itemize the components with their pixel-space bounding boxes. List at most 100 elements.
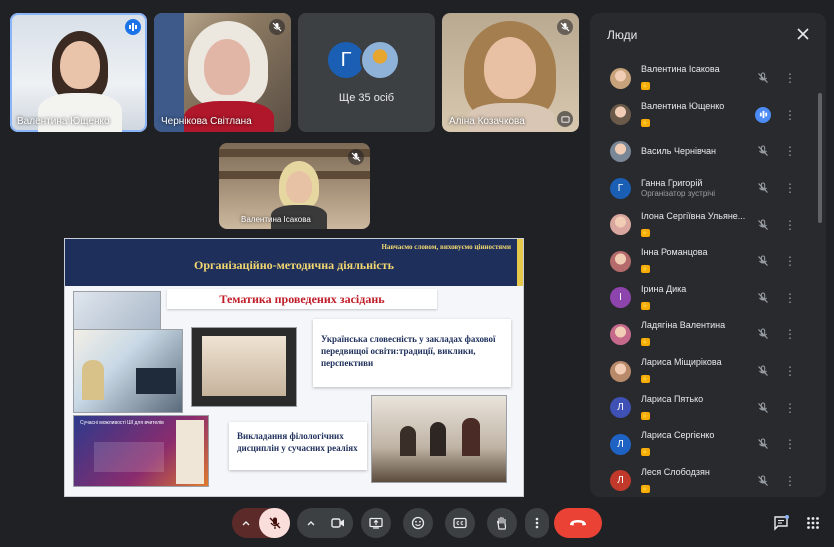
captions-button[interactable] bbox=[445, 508, 475, 538]
participant-name: Валентина Ісакова bbox=[241, 215, 311, 224]
participant-info: Ірина Дика ✋ bbox=[641, 284, 826, 312]
raise-hand-button[interactable] bbox=[487, 508, 517, 538]
participant-row[interactable]: І Ірина Дика ✋ ⋮ bbox=[590, 280, 826, 317]
participant-row[interactable]: Г Ганна Григорій Організатор зустрічі ⋮ bbox=[590, 170, 826, 207]
raised-hand-icon: ✋ bbox=[641, 228, 650, 237]
slide-photo-caption: Сучасні можливості ШІ для вчителів bbox=[80, 420, 164, 426]
avatar: Л bbox=[610, 470, 631, 492]
participant-row[interactable]: Василь Чернівчан ⋮ bbox=[590, 133, 826, 170]
participant-info: Василь Чернівчан bbox=[641, 146, 826, 156]
mic-off-icon[interactable] bbox=[756, 291, 770, 305]
raised-hand-icon: ✋ bbox=[641, 265, 650, 274]
mic-off-icon[interactable] bbox=[756, 474, 770, 488]
avatar bbox=[610, 67, 631, 89]
more-vert-icon[interactable]: ⋮ bbox=[784, 182, 796, 194]
participant-name: Леся Слободзян bbox=[641, 466, 710, 477]
camera-toggle-button[interactable] bbox=[323, 508, 353, 538]
mic-off-icon[interactable] bbox=[756, 437, 770, 451]
more-participants-label: Ще 35 осіб bbox=[338, 92, 395, 104]
more-vert-icon[interactable]: ⋮ bbox=[784, 402, 796, 414]
activities-button[interactable] bbox=[804, 514, 822, 532]
slide-textbox: Викладання філологічних дисциплін у суча… bbox=[229, 422, 367, 470]
mic-off-icon[interactable] bbox=[756, 181, 770, 195]
slide-heading: Організаційно-методична діяльність bbox=[194, 258, 394, 272]
more-vert-icon[interactable]: ⋮ bbox=[784, 438, 796, 450]
participant-row[interactable]: Ілона Сергіївна Ульяне... ✋ ⋮ bbox=[590, 206, 826, 243]
microphone-toggle-button[interactable] bbox=[259, 508, 290, 538]
mic-off-icon[interactable] bbox=[756, 218, 770, 232]
mic-off-icon[interactable] bbox=[756, 71, 770, 85]
participant-info: Лариса Міщирікова ✋ bbox=[641, 357, 826, 385]
chat-icon bbox=[774, 515, 789, 531]
mic-off-icon[interactable] bbox=[756, 401, 770, 415]
chevron-up-icon[interactable] bbox=[234, 508, 258, 538]
participant-name: Ілона Сергіївна Ульяне... bbox=[641, 210, 746, 221]
more-vert-icon[interactable]: ⋮ bbox=[784, 255, 796, 267]
call-controls bbox=[0, 505, 834, 541]
slide-motto: Навчаємо словом, виховуємо цінностями bbox=[381, 243, 511, 251]
background-books bbox=[154, 13, 184, 132]
avatar: І bbox=[610, 287, 631, 309]
raised-hand-icon: ✋ bbox=[641, 338, 650, 347]
slide-photo bbox=[371, 395, 507, 483]
participant-tile-yushchenko[interactable]: Валентина Ющенко bbox=[10, 13, 147, 132]
participant-tile-kozachkova[interactable]: Аліна Козачкова bbox=[442, 13, 579, 132]
captions-icon bbox=[453, 517, 467, 529]
participant-info: Ганна Григорій Організатор зустрічі bbox=[641, 178, 826, 198]
tile-portrait-face bbox=[204, 39, 250, 95]
avatar bbox=[610, 214, 631, 236]
participant-row[interactable]: Л Лариса Пятько ✋ ⋮ bbox=[590, 389, 826, 426]
mic-off-icon[interactable] bbox=[756, 254, 770, 268]
participant-info: Валентина Ющенко ✋ bbox=[641, 101, 826, 129]
chevron-up-icon[interactable] bbox=[299, 508, 323, 538]
raised-hand-icon bbox=[497, 516, 507, 530]
mic-off-icon[interactable] bbox=[756, 364, 770, 378]
pin-icon[interactable] bbox=[557, 111, 573, 127]
participant-name: Лариса Сергієнко bbox=[641, 430, 715, 441]
participant-list: Валентина Ісакова ✋ ⋮ Валентина Ющенко ✋ ⋮ Вас… bbox=[590, 60, 826, 497]
speaking-indicator-icon bbox=[125, 19, 141, 35]
more-vert-icon[interactable]: ⋮ bbox=[784, 72, 796, 84]
avatar bbox=[610, 360, 631, 382]
more-vert-icon[interactable]: ⋮ bbox=[784, 219, 796, 231]
speaking-indicator-icon bbox=[755, 106, 771, 123]
chat-button[interactable] bbox=[772, 514, 790, 532]
raised-hand-icon: ✋ bbox=[641, 118, 650, 127]
avatar bbox=[610, 323, 631, 345]
more-participants-avatars: Г bbox=[326, 40, 400, 80]
more-vert-icon[interactable]: ⋮ bbox=[784, 328, 796, 340]
reactions-button[interactable] bbox=[403, 508, 433, 538]
avatar: Л bbox=[610, 433, 631, 455]
leave-call-button[interactable] bbox=[554, 508, 602, 538]
present-screen-button[interactable] bbox=[361, 508, 391, 538]
participant-row[interactable]: Л Леся Слободзян ✋ ⋮ bbox=[590, 463, 826, 497]
more-vert-icon[interactable]: ⋮ bbox=[784, 109, 796, 121]
more-vert-icon[interactable]: ⋮ bbox=[784, 292, 796, 304]
camera-icon bbox=[331, 518, 344, 528]
raised-hand-icon: ✋ bbox=[641, 375, 650, 384]
more-vert-icon[interactable]: ⋮ bbox=[784, 365, 796, 377]
participant-name: Ірина Дика bbox=[641, 283, 687, 294]
mic-off-icon[interactable] bbox=[756, 327, 770, 341]
slide-photo bbox=[73, 291, 161, 331]
participant-tile-isakova[interactable]: Валентина Ісакова bbox=[219, 143, 370, 229]
participant-tile-chernikova[interactable]: Чернікова Світлана bbox=[154, 13, 291, 132]
mic-off-icon[interactable] bbox=[756, 144, 770, 158]
participant-row[interactable]: Валентина Ющенко ✋ ⋮ bbox=[590, 97, 826, 134]
participant-row[interactable]: Валентина Ісакова ✋ ⋮ bbox=[590, 60, 826, 97]
participant-name: Василь Чернівчан bbox=[641, 146, 716, 157]
more-participants-tile[interactable]: Г Ще 35 осіб bbox=[298, 13, 435, 132]
more-options-button[interactable] bbox=[525, 508, 549, 538]
participant-row[interactable]: Ладягіна Валентина ✋ ⋮ bbox=[590, 316, 826, 353]
participant-row[interactable]: Л Лариса Сергієнко ✋ ⋮ bbox=[590, 426, 826, 463]
more-vert-icon[interactable]: ⋮ bbox=[784, 145, 796, 157]
participant-row[interactable]: Лариса Міщирікова ✋ ⋮ bbox=[590, 353, 826, 390]
participant-role: Організатор зустрічі bbox=[641, 189, 716, 199]
participant-row[interactable]: Інна Романцова ✋ ⋮ bbox=[590, 243, 826, 280]
people-panel: Люди Валентина Ісакова ✋ ⋮ Валентина Ющенко… bbox=[590, 13, 826, 497]
raised-hand-icon: ✋ bbox=[641, 448, 650, 457]
close-icon[interactable] bbox=[794, 25, 812, 43]
slide-textbox: Українська словесність у закладах фахово… bbox=[313, 319, 511, 387]
more-vert-icon[interactable]: ⋮ bbox=[784, 475, 796, 487]
scrollbar[interactable] bbox=[818, 93, 822, 223]
